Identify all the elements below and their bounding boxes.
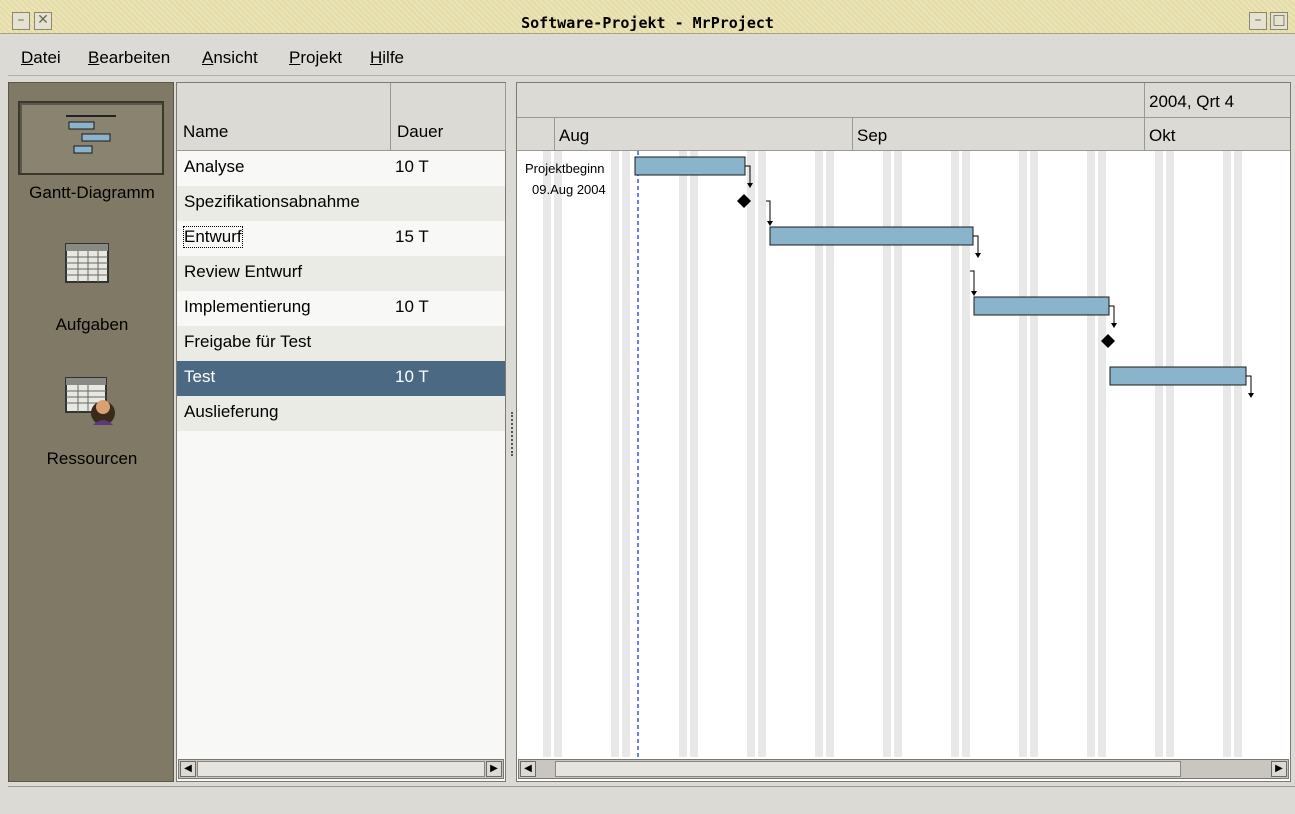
menu-ansicht[interactable]: Ansicht (202, 48, 258, 68)
task-duration: 10 T (395, 367, 429, 386)
task-table: Name Dauer Analyse 10 T Spezifikationsab… (176, 82, 506, 782)
table-row[interactable]: Freigabe für Test (177, 326, 505, 361)
weekend-stripe (1087, 151, 1095, 757)
task-name: Entwurf (183, 226, 243, 248)
menu-bar: Datei Bearbeiten Ansicht Projekt Hilfe (8, 40, 1295, 76)
dependency-arrowhead (971, 291, 977, 296)
task-name: Implementierung (184, 297, 311, 316)
dependency-arrowhead (767, 221, 773, 226)
weekend-stripe (611, 151, 619, 757)
window-title: Software-Projekt - MrProject (521, 14, 774, 32)
weekend-stripe (622, 151, 630, 757)
sidebar-item-label[interactable]: Gantt-Diagramm (9, 183, 175, 203)
project-start-date: 09.Aug 2004 (532, 182, 606, 197)
weekend-stripe (690, 151, 698, 757)
month-label-okt: Okt (1149, 126, 1176, 145)
resources-icon[interactable] (63, 375, 119, 427)
scroll-right-icon[interactable]: ▶ (1271, 761, 1287, 777)
scroll-right-icon[interactable]: ▶ (486, 761, 502, 777)
dependency-arrow (973, 235, 979, 255)
dependency-connector (970, 270, 975, 293)
weekend-stripe (1234, 151, 1242, 757)
maximize-icon[interactable]: □ (1270, 12, 1288, 30)
task-bar (1109, 366, 1247, 386)
project-start-label: Projektbeginn (525, 161, 605, 176)
timeline-header: 2004, Qrt 4 Aug Sep Okt (517, 83, 1290, 151)
weekend-stripe (1166, 151, 1174, 757)
dependency-arrowhead (1248, 393, 1254, 398)
app-window: – ✕ Software-Projekt - MrProject – □ Dat… (0, 0, 1295, 814)
task-bar (769, 226, 974, 246)
dependency-connector (766, 200, 771, 223)
weekend-stripe (747, 151, 755, 757)
sidebar-item-gantt[interactable] (18, 101, 164, 175)
dependency-arrowhead (975, 253, 981, 258)
pane-separator[interactable] (507, 82, 516, 782)
task-bar (973, 296, 1110, 316)
weekend-stripe (1155, 151, 1163, 757)
minimize-icon[interactable]: – (1249, 12, 1267, 30)
weekend-stripe (1223, 151, 1231, 757)
title-bar: – ✕ Software-Projekt - MrProject – □ (0, 0, 1295, 34)
table-row[interactable]: Auslieferung (177, 396, 505, 431)
dependency-arrow (1246, 375, 1252, 395)
task-bar (634, 156, 746, 176)
month-label-sep: Sep (857, 126, 888, 145)
table-row[interactable]: Analyse 10 T (177, 151, 505, 186)
task-duration: 10 T (395, 157, 429, 176)
sidebar-item-label[interactable]: Ressourcen (9, 449, 175, 469)
column-header-duration[interactable]: Dauer (391, 83, 506, 151)
weekend-stripe (1098, 151, 1106, 757)
weekend-stripe (679, 151, 687, 757)
weekend-stripe (1019, 151, 1027, 757)
menu-hilfe[interactable]: Hilfe (370, 48, 404, 68)
dependency-arrowhead (1111, 323, 1117, 328)
gantt-canvas[interactable] (517, 151, 1290, 757)
tasks-table-icon[interactable] (63, 241, 111, 285)
task-name: Freigabe für Test (184, 332, 312, 351)
table-row[interactable]: Spezifikationsabnahme (177, 186, 505, 221)
column-header-name[interactable]: Name (177, 83, 391, 151)
quarter-label: 2004, Qrt 4 (1149, 92, 1235, 111)
weekend-stripe (1030, 151, 1038, 757)
gantt-horizontal-scrollbar[interactable]: ◀ ▶ (518, 759, 1289, 779)
menu-projekt[interactable]: Projekt (289, 48, 342, 68)
month-label-aug: Aug (559, 126, 590, 145)
task-duration: 10 T (395, 297, 429, 316)
dependency-arrow (1109, 305, 1115, 325)
scrollbar-thumb[interactable] (197, 761, 485, 777)
weekend-stripe (554, 151, 562, 757)
table-row-selected[interactable]: Test 10 T (177, 361, 505, 396)
scrollbar-thumb[interactable] (555, 761, 1181, 777)
gantt-chart: 2004, Qrt 4 Aug Sep Okt Projektbeginn 09… (516, 82, 1291, 782)
view-sidebar: Gantt-Diagramm Aufgaben Ressourcen (8, 82, 174, 782)
task-name: Test (184, 367, 216, 386)
table-row[interactable]: Review Entwurf (177, 256, 505, 291)
drag-handle-icon[interactable] (511, 412, 513, 456)
menu-datei[interactable]: Datei (21, 48, 61, 68)
task-name: Review Entwurf (184, 262, 303, 281)
task-duration: 15 T (395, 227, 429, 246)
weekend-stripe (543, 151, 551, 757)
scroll-left-icon[interactable]: ◀ (180, 761, 196, 777)
table-row[interactable]: Entwurf 15 T (177, 221, 505, 256)
table-horizontal-scrollbar[interactable]: ◀ ▶ (178, 759, 504, 779)
status-bar (8, 786, 1295, 814)
task-name: Auslieferung (184, 402, 279, 421)
task-name: Analyse (184, 157, 245, 176)
scroll-left-icon[interactable]: ◀ (520, 761, 536, 777)
gantt-icon (66, 115, 116, 154)
weekend-stripe (758, 151, 766, 757)
table-row[interactable]: Implementierung 10 T (177, 291, 505, 326)
task-name: Spezifikationsabnahme (184, 192, 360, 211)
menu-bearbeiten[interactable]: Bearbeiten (88, 48, 170, 68)
sidebar-item-label[interactable]: Aufgaben (9, 315, 175, 335)
